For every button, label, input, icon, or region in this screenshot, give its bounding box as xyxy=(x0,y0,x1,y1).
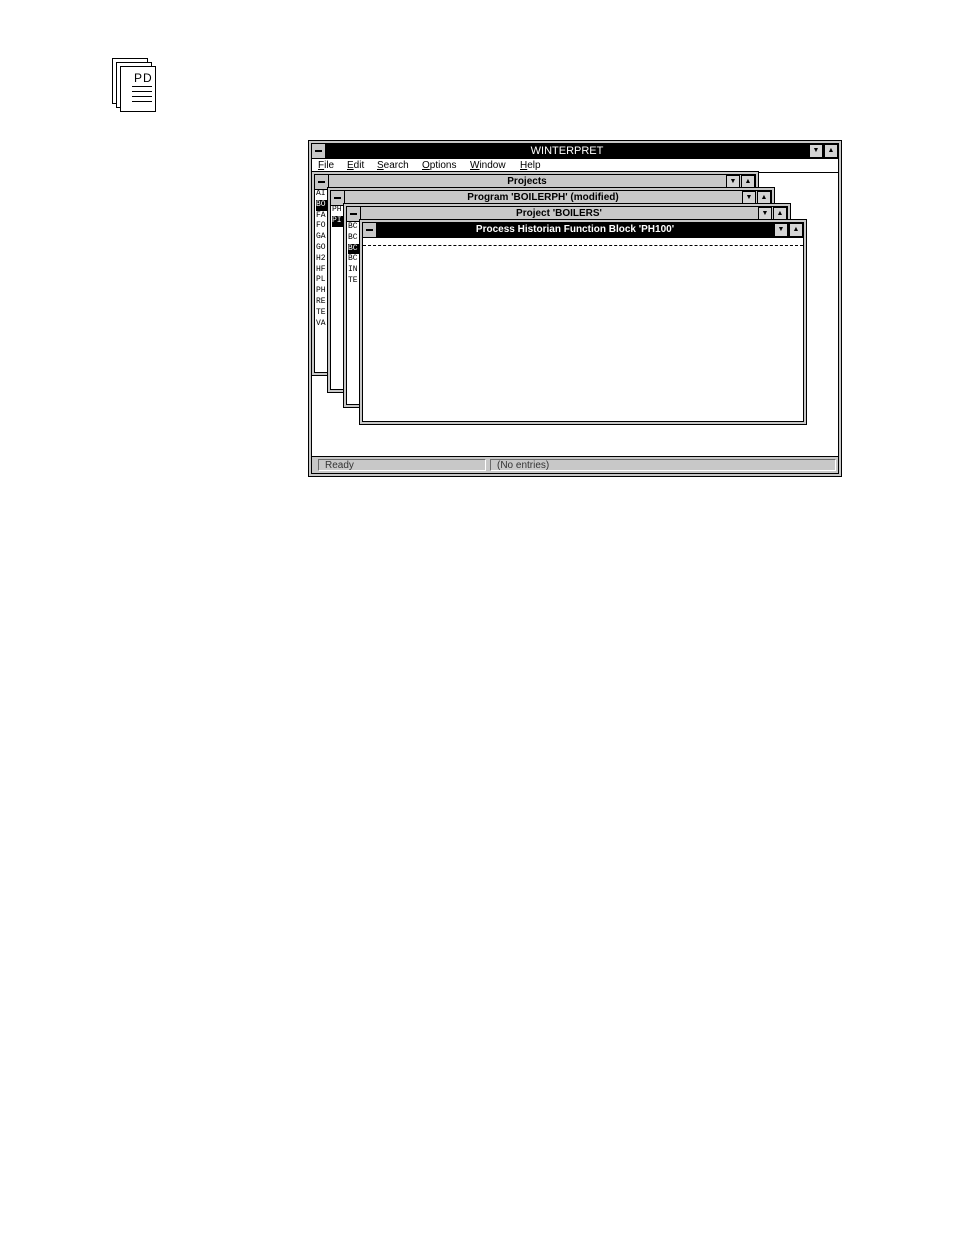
app-title: WINTERPRET xyxy=(530,145,604,157)
status-ready: Ready xyxy=(318,459,486,471)
minimize-button[interactable]: ▼ xyxy=(774,223,788,237)
system-menu-icon[interactable] xyxy=(312,144,326,158)
function-block-window: Process Historian Function Block 'PH100'… xyxy=(359,219,807,425)
maximize-button[interactable]: ▲ xyxy=(824,144,838,158)
function-block-titlebar[interactable]: Process Historian Function Block 'PH100'… xyxy=(363,223,803,238)
status-bar: Ready (No entries) xyxy=(312,456,838,473)
function-block-title: Process Historian Function Block 'PH100' xyxy=(475,224,675,235)
function-block-content[interactable] xyxy=(363,247,803,421)
focus-dotted-line xyxy=(363,245,803,246)
status-entries: (No entries) xyxy=(490,459,836,471)
page-icon-label: PD xyxy=(134,71,153,85)
maximize-button[interactable]: ▲ xyxy=(789,223,803,237)
main-titlebar[interactable]: WINTERPRET ▼ ▲ xyxy=(312,144,838,159)
minimize-button[interactable]: ▼ xyxy=(809,144,823,158)
system-menu-icon[interactable] xyxy=(363,223,377,237)
page-icon-lines xyxy=(132,86,152,106)
document-stack-icon: PD xyxy=(112,58,156,112)
